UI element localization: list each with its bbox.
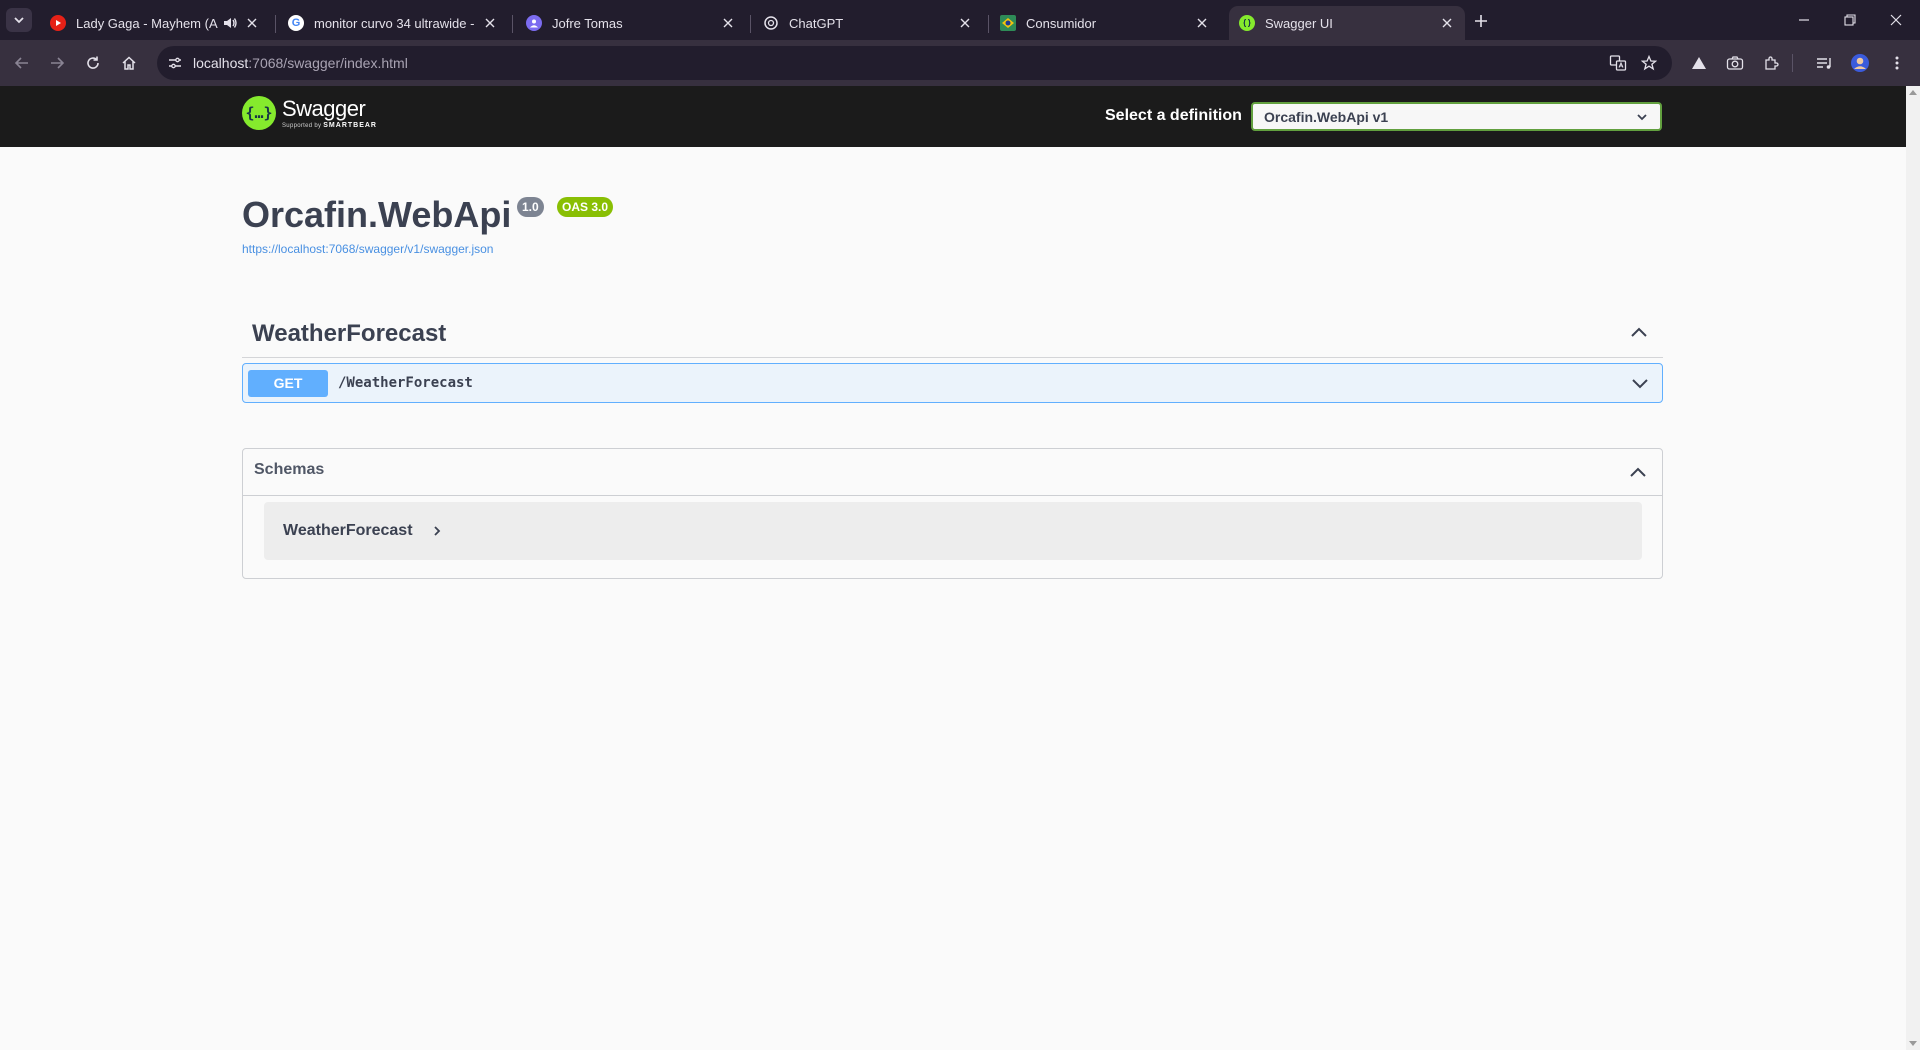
browser-toolbar: localhost:7068/swagger/index.html xyxy=(0,40,1920,86)
tab-title: Jofre Tomas xyxy=(552,15,623,31)
address-bar[interactable]: localhost:7068/swagger/index.html xyxy=(157,46,1672,80)
tab-separator xyxy=(512,15,513,33)
extensions-puzzle-icon[interactable] xyxy=(1759,51,1783,75)
minimize-icon xyxy=(1799,19,1809,21)
tab-title: Swagger UI xyxy=(1265,15,1333,31)
google-icon: G xyxy=(288,15,304,31)
back-button[interactable] xyxy=(9,50,35,76)
forward-button[interactable] xyxy=(44,50,70,76)
logo-tagline: Supported by SMARTBEAR xyxy=(282,122,377,129)
youtube-music-icon xyxy=(50,15,66,31)
definition-select-value: Orcafin.WebApi v1 xyxy=(1264,109,1389,125)
chatgpt-icon xyxy=(763,15,779,31)
chevron-right-icon[interactable] xyxy=(430,524,444,538)
close-tab-icon[interactable] xyxy=(244,15,260,31)
close-tab-icon[interactable] xyxy=(1439,15,1455,31)
translate-icon[interactable] xyxy=(1608,53,1628,73)
close-tab-icon[interactable] xyxy=(482,15,498,31)
schemas-title: Schemas xyxy=(254,461,325,478)
oas-version-badge: OAS 3.0 xyxy=(557,197,614,217)
tab-title: monitor curvo 34 ultrawide - Pe xyxy=(314,15,476,31)
chevron-down-icon[interactable] xyxy=(1630,373,1650,393)
logo-wordmark: Swagger Supported by SMARTBEAR xyxy=(282,95,377,129)
url-host: localhost xyxy=(193,55,249,71)
swagger-icon: {…} xyxy=(242,96,276,130)
tab-lady-gaga[interactable]: Lady Gaga - Mayhem (Albu xyxy=(40,6,270,40)
close-icon xyxy=(1890,14,1902,26)
restore-button[interactable] xyxy=(1833,6,1867,34)
schema-item[interactable]: WeatherForecast xyxy=(264,502,1642,560)
tab-chatgpt[interactable]: ChatGPT xyxy=(753,6,983,40)
chevron-up-icon[interactable] xyxy=(1629,322,1649,342)
tab-title: Lady Gaga - Mayhem (Albu xyxy=(76,15,218,31)
tab-consumidor[interactable]: Consumidor xyxy=(990,6,1220,40)
home-button[interactable] xyxy=(116,50,142,76)
definition-select[interactable]: Orcafin.WebApi v1 xyxy=(1251,102,1662,131)
chevron-up-icon[interactable] xyxy=(1628,462,1648,482)
operation-get-weatherforecast[interactable]: GET /WeatherForecast xyxy=(242,363,1663,403)
minimize-button[interactable] xyxy=(1787,6,1821,34)
operation-tag-header[interactable]: WeatherForecast xyxy=(242,314,1663,358)
http-method-badge: GET xyxy=(248,370,328,397)
speaker-icon[interactable] xyxy=(222,16,238,30)
tab-swagger-ui[interactable]: Swagger UI xyxy=(1229,6,1465,40)
close-tab-icon[interactable] xyxy=(1194,15,1210,31)
tab-separator xyxy=(988,15,989,33)
api-title: Orcafin.WebApi xyxy=(242,194,512,235)
profile-icon xyxy=(526,15,542,31)
definition-label: Select a definition xyxy=(1105,107,1242,124)
schemas-header[interactable]: Schemas xyxy=(243,449,1662,496)
scroll-down-arrow-icon[interactable] xyxy=(1909,1041,1917,1046)
logo-tagline-brand: SMARTBEAR xyxy=(323,121,377,129)
browser-tab-strip: Lady Gaga - Mayhem (Albu G monitor curvo… xyxy=(0,0,1920,40)
tab-search-button[interactable] xyxy=(6,8,32,32)
site-info-icon[interactable] xyxy=(165,53,185,73)
scroll-up-arrow-icon[interactable] xyxy=(1909,90,1917,95)
media-queue-icon[interactable] xyxy=(1813,51,1837,75)
schemas-section: Schemas WeatherForecast xyxy=(242,448,1663,579)
page-scrollbar[interactable] xyxy=(1906,86,1920,1050)
camera-icon[interactable] xyxy=(1723,51,1747,75)
schema-name: WeatherForecast xyxy=(283,522,413,539)
logo-name: Swagger xyxy=(282,95,366,121)
close-tab-icon[interactable] xyxy=(957,15,973,31)
bookmark-star-icon[interactable] xyxy=(1639,53,1659,73)
plus-icon xyxy=(1475,15,1487,27)
reload-button[interactable] xyxy=(80,50,106,76)
arrow-left-icon xyxy=(14,57,28,69)
swagger-logo[interactable]: {…} Swagger Supported by SMARTBEAR xyxy=(242,96,377,130)
toolbar-separator xyxy=(1792,54,1793,72)
tab-title: ChatGPT xyxy=(789,15,844,31)
chevron-down-icon xyxy=(1636,111,1648,123)
tab-jofre-tomas[interactable]: Jofre Tomas xyxy=(516,6,746,40)
close-tab-icon[interactable] xyxy=(720,15,736,31)
tab-separator xyxy=(275,15,276,33)
browser-menu-icon[interactable] xyxy=(1885,51,1909,75)
reload-icon xyxy=(87,56,99,69)
home-icon xyxy=(122,56,136,70)
logo-tagline-prefix: Supported by xyxy=(282,122,322,129)
profile-avatar-icon[interactable] xyxy=(1848,51,1872,75)
operation-path: /WeatherForecast xyxy=(338,375,473,391)
brazil-flag-icon xyxy=(1000,15,1016,31)
restore-icon xyxy=(1844,14,1856,26)
tab-title: Consumidor xyxy=(1026,15,1097,31)
swagger-icon xyxy=(1239,15,1255,31)
new-tab-button[interactable] xyxy=(1470,10,1492,32)
tab-monitor-search[interactable]: G monitor curvo 34 ultrawide - Pe xyxy=(278,6,508,40)
operation-tag-name: WeatherForecast xyxy=(252,320,447,347)
close-window-button[interactable] xyxy=(1879,6,1913,34)
arrow-right-icon xyxy=(51,57,65,69)
spec-url-link[interactable]: https://localhost:7068/swagger/v1/swagge… xyxy=(242,242,493,256)
chevron-down-icon xyxy=(14,17,24,24)
triangle-extension-icon[interactable] xyxy=(1687,51,1711,75)
url-text[interactable]: localhost:7068/swagger/index.html xyxy=(193,55,408,71)
version-badge: 1.0 xyxy=(517,197,544,217)
tab-separator xyxy=(750,15,751,33)
url-path: :7068/swagger/index.html xyxy=(248,55,408,71)
swagger-topbar: {…} Swagger Supported by SMARTBEAR Selec… xyxy=(0,86,1906,147)
